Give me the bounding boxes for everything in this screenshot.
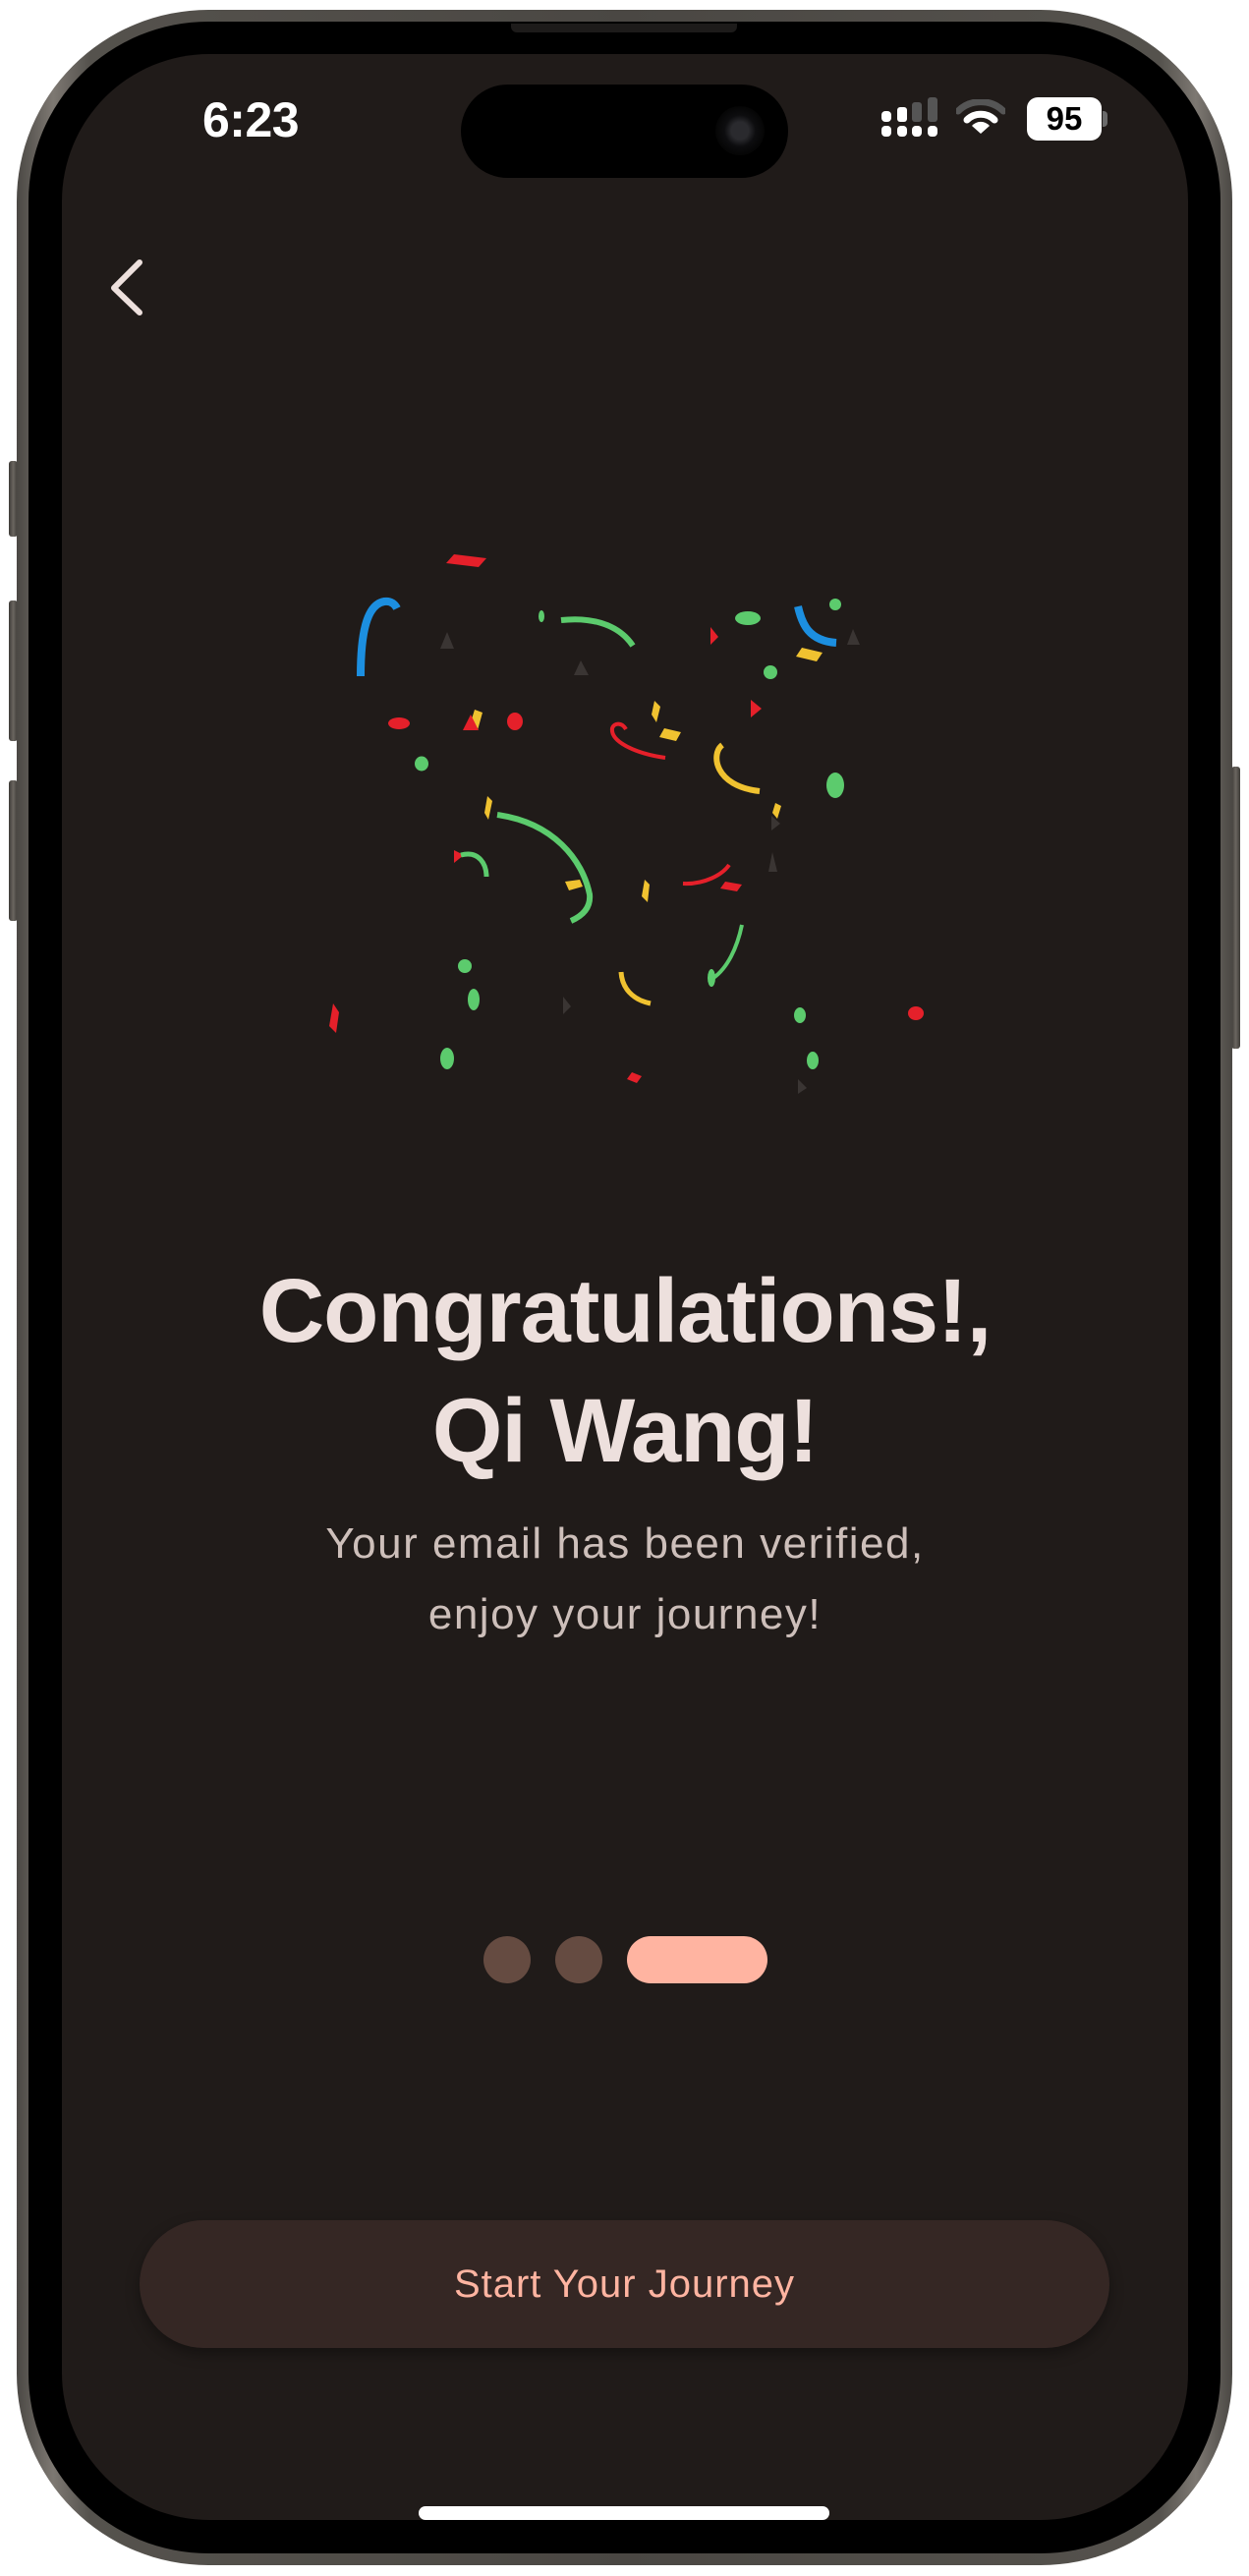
confetti-piece [440, 1048, 454, 1069]
confetti-piece [659, 728, 681, 741]
confetti-piece [826, 773, 844, 798]
confetti-piece [458, 959, 472, 973]
confetti-piece [460, 851, 489, 878]
confetti-piece [507, 713, 523, 730]
confetti-piece [796, 648, 823, 661]
confetti-piece [829, 599, 841, 610]
confetti-piece [468, 989, 480, 1010]
confetti-piece [682, 863, 731, 887]
subtitle-line-2: enjoy your journey! [427, 1590, 823, 1638]
subtitle-line-1: Your email has been verified, [325, 1519, 925, 1568]
page-indicator [483, 1936, 767, 1983]
confetti-piece [751, 700, 762, 717]
confetti-illustration [329, 554, 924, 1094]
confetti-piece [794, 1007, 806, 1023]
confetti-piece [565, 880, 583, 890]
page-dot-2[interactable] [555, 1936, 602, 1983]
confetti-piece [794, 605, 837, 647]
screen: 6:23 95 Congratulations!, Qi Wang! Your … [62, 54, 1188, 2520]
confetti-piece [496, 812, 594, 924]
confetti-piece [388, 717, 410, 729]
start-journey-button[interactable]: Start Your Journey [140, 2220, 1109, 2348]
confetti-piece [713, 742, 761, 794]
page-subtitle: Your email has been verified, enjoy your… [62, 1509, 1188, 1650]
confetti-piece [710, 627, 718, 645]
confetti-piece [908, 1006, 924, 1020]
confetti-piece [768, 852, 777, 872]
confetti-piece [711, 924, 744, 980]
page-dot-3-active[interactable] [627, 1936, 767, 1983]
confetti-piece [329, 1003, 339, 1033]
confetti-piece [415, 756, 428, 772]
confetti-piece [563, 997, 571, 1014]
confetti-piece [574, 660, 589, 675]
confetti-piece [652, 701, 660, 722]
confetti-piece [771, 816, 780, 830]
earpiece-speaker [511, 24, 737, 32]
power-button [1231, 767, 1240, 1049]
confetti-piece [357, 597, 401, 677]
page-dot-1[interactable] [483, 1936, 531, 1983]
confetti-piece [618, 971, 652, 1006]
confetti-piece [610, 721, 666, 760]
confetti-piece [708, 969, 715, 987]
home-indicator[interactable] [419, 2506, 829, 2520]
confetti-piece [446, 554, 486, 567]
confetti-piece [560, 616, 636, 648]
confetti-piece [735, 611, 761, 625]
confetti-piece [764, 665, 777, 679]
confetti-piece [440, 632, 454, 649]
title-line-2: Qi Wang! [431, 1381, 819, 1481]
confetti-piece [807, 1052, 819, 1069]
title-line-1: Congratulations!, [258, 1261, 993, 1361]
confetti-piece [484, 796, 492, 820]
confetti-piece [798, 1079, 807, 1094]
confetti-piece [642, 880, 650, 902]
confetti-piece [627, 1072, 642, 1083]
confetti-piece [847, 629, 860, 645]
confetti-piece [720, 882, 742, 891]
confetti-piece [772, 803, 781, 819]
page-title: Congratulations!, Qi Wang! [62, 1251, 1188, 1491]
confetti-piece [539, 610, 544, 622]
